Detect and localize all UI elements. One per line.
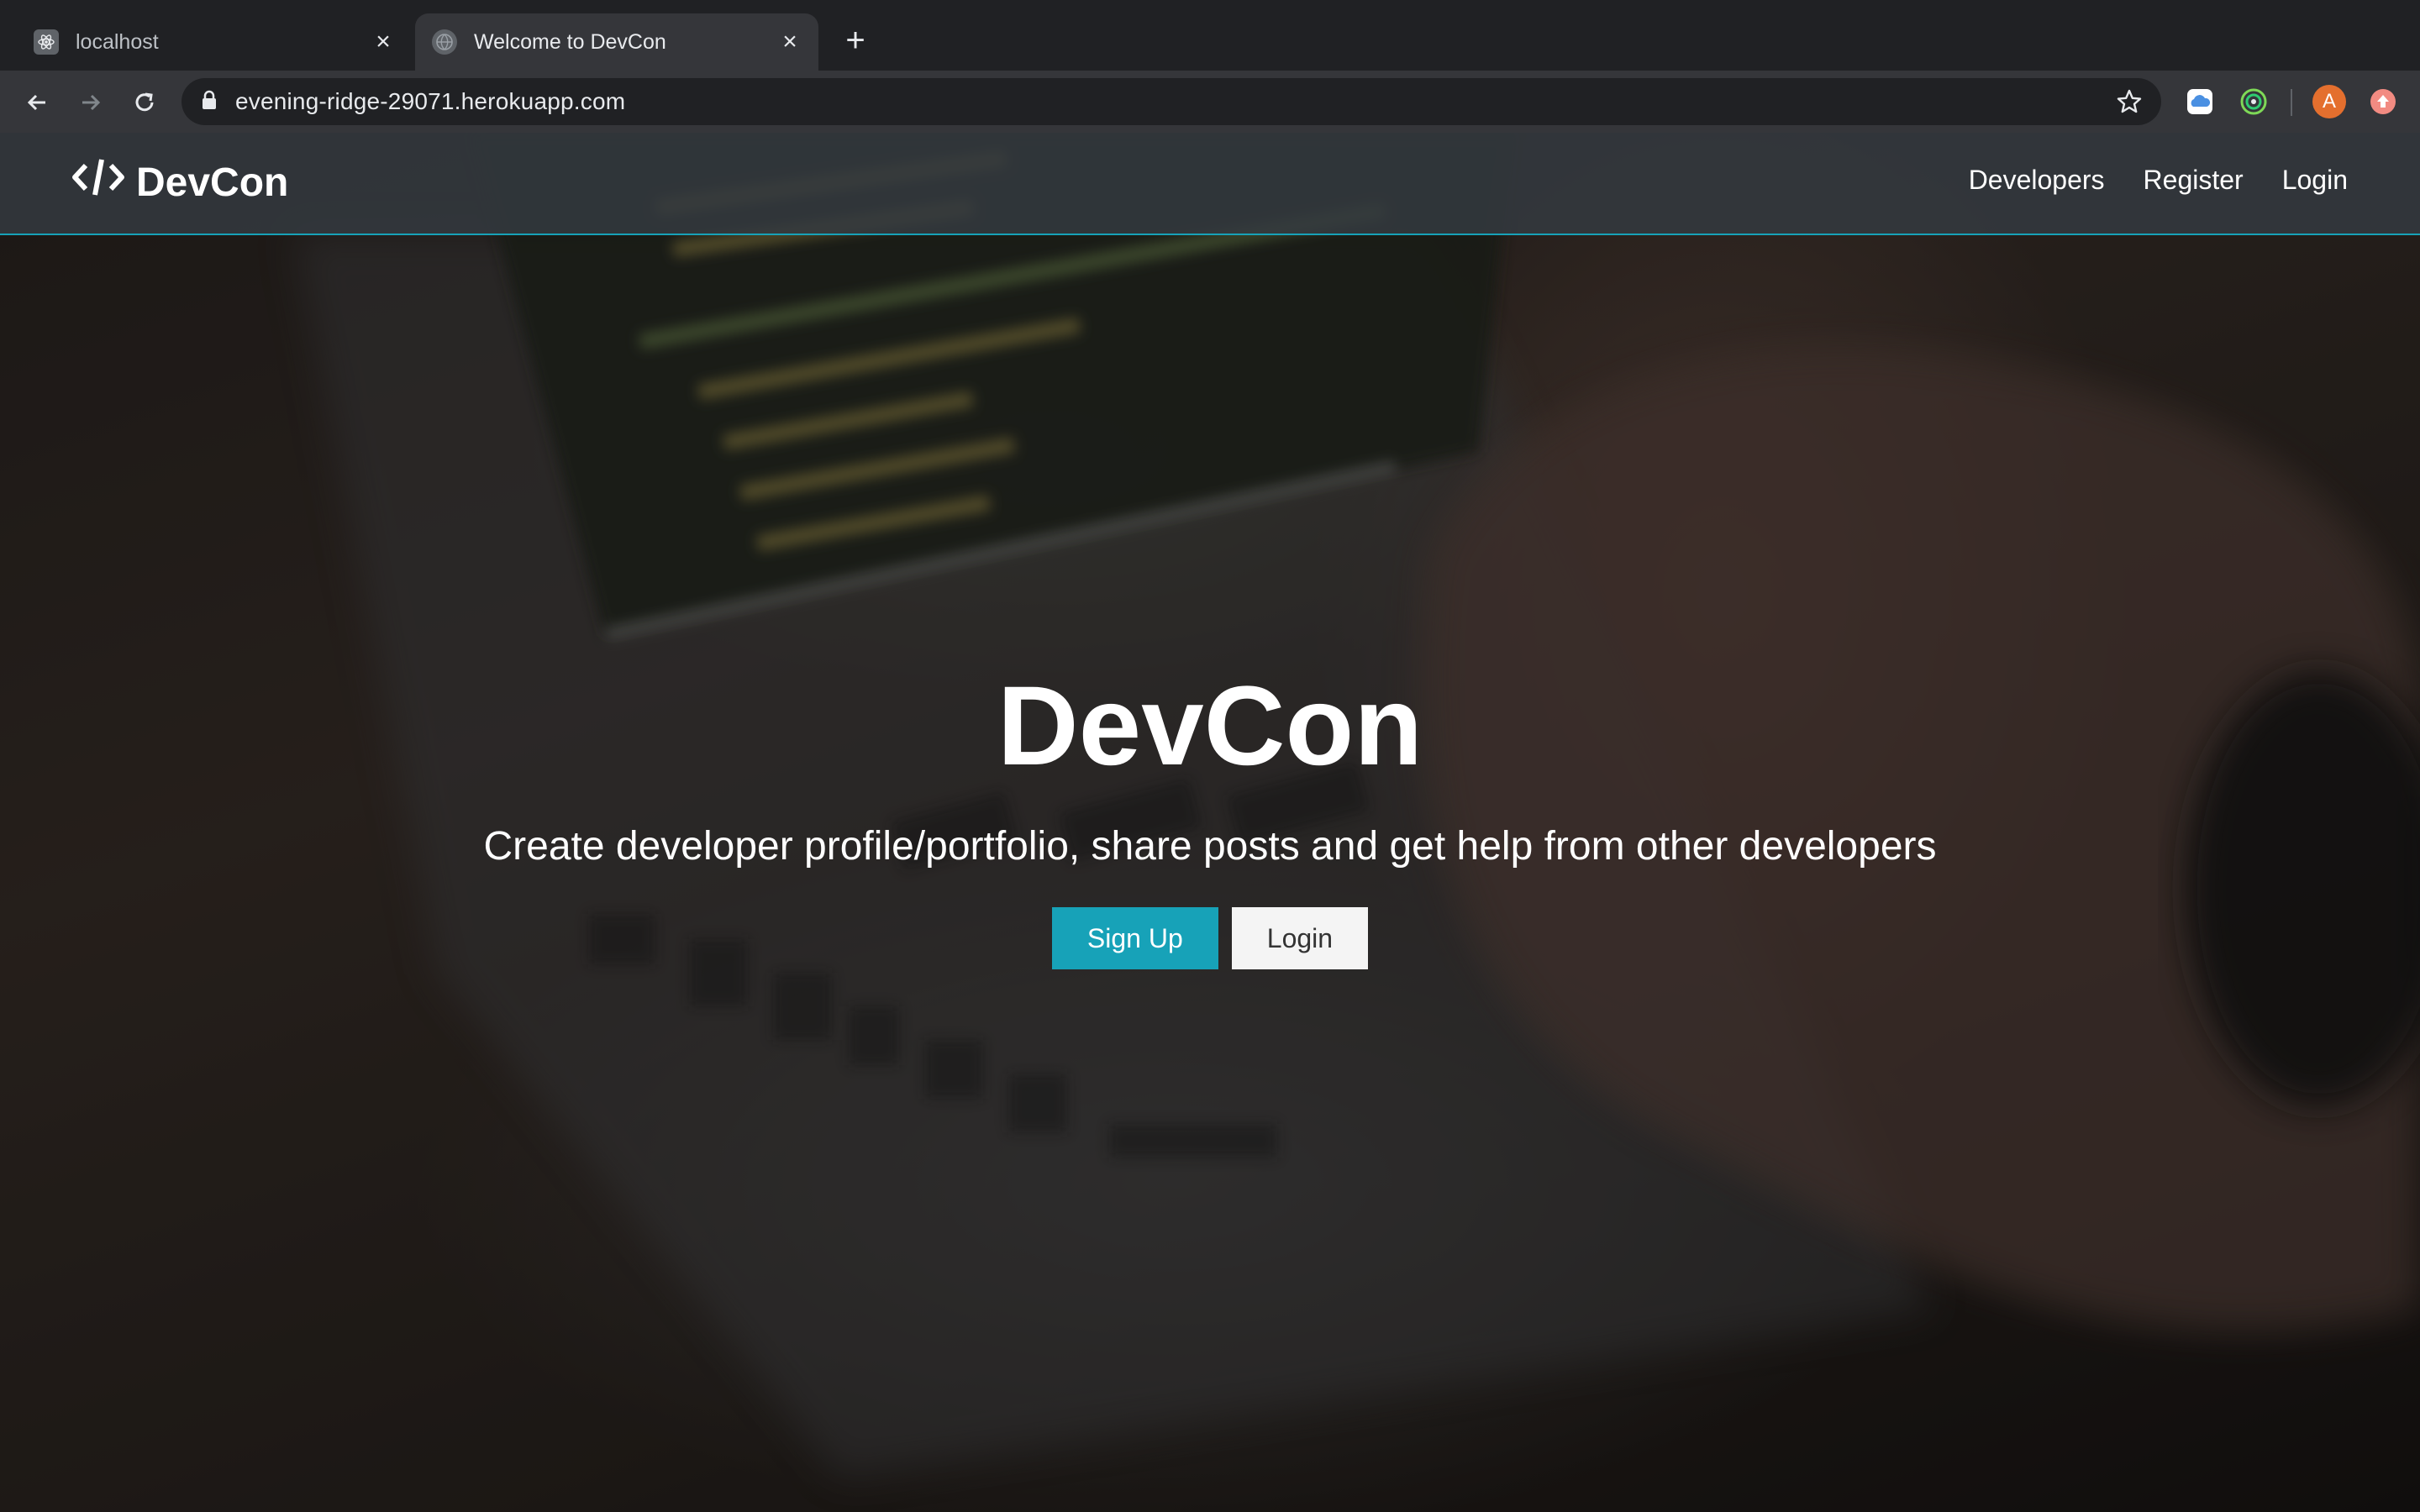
- tab-localhost[interactable]: localhost ×: [17, 13, 412, 71]
- nav-login-link[interactable]: Login: [2282, 165, 2348, 196]
- avatar: A: [2312, 85, 2346, 118]
- nav-register-link[interactable]: Register: [2144, 165, 2244, 196]
- forward-icon[interactable]: [74, 86, 108, 119]
- landing-page: DevCon Developers Register Login DevCon …: [0, 133, 2420, 1512]
- react-icon: [34, 29, 59, 55]
- nav-developers-link[interactable]: Developers: [1969, 165, 2105, 196]
- url-text: evening-ridge-29071.herokuapp.com: [235, 88, 626, 114]
- brand-logo[interactable]: DevCon: [72, 158, 288, 207]
- code-icon: [72, 158, 124, 207]
- target-extension-icon[interactable]: [2237, 85, 2270, 118]
- login-button[interactable]: Login: [1231, 907, 1369, 969]
- close-icon[interactable]: ×: [775, 27, 805, 57]
- hero-title: DevCon: [997, 664, 1423, 789]
- browser-tab-bar: localhost × Welcome to DevCon × +: [0, 0, 2420, 71]
- lock-icon: [202, 90, 217, 114]
- back-icon[interactable]: [20, 86, 54, 119]
- address-bar[interactable]: evening-ridge-29071.herokuapp.com: [182, 78, 2161, 125]
- globe-icon: [432, 29, 457, 55]
- site-navbar: DevCon Developers Register Login: [0, 133, 2420, 235]
- toolbar-separator: [2291, 89, 2292, 116]
- hero-lead: Create developer profile/portfolio, shar…: [483, 824, 1937, 869]
- brand-name: DevCon: [136, 160, 289, 205]
- nav-links: Developers Register Login: [1969, 165, 2348, 196]
- cloud-extension-icon[interactable]: [2183, 85, 2217, 118]
- sign-up-button[interactable]: Sign Up: [1051, 907, 1218, 969]
- tab-title: Welcome to DevCon: [474, 29, 666, 54]
- hero-section: DevCon Create developer profile/portfoli…: [0, 670, 2420, 969]
- new-tab-icon[interactable]: +: [839, 24, 872, 57]
- reload-icon[interactable]: [128, 86, 161, 119]
- hero-buttons: Sign Up Login: [0, 907, 2420, 969]
- star-icon[interactable]: [2116, 88, 2143, 119]
- profile-avatar[interactable]: A: [2312, 85, 2346, 118]
- close-icon[interactable]: ×: [368, 27, 398, 57]
- browser-toolbar: evening-ridge-29071.herokuapp.com A: [0, 71, 2420, 133]
- tab-title: localhost: [76, 29, 159, 54]
- update-icon[interactable]: [2366, 85, 2400, 118]
- tab-welcome-to-devcon[interactable]: Welcome to DevCon ×: [415, 13, 818, 71]
